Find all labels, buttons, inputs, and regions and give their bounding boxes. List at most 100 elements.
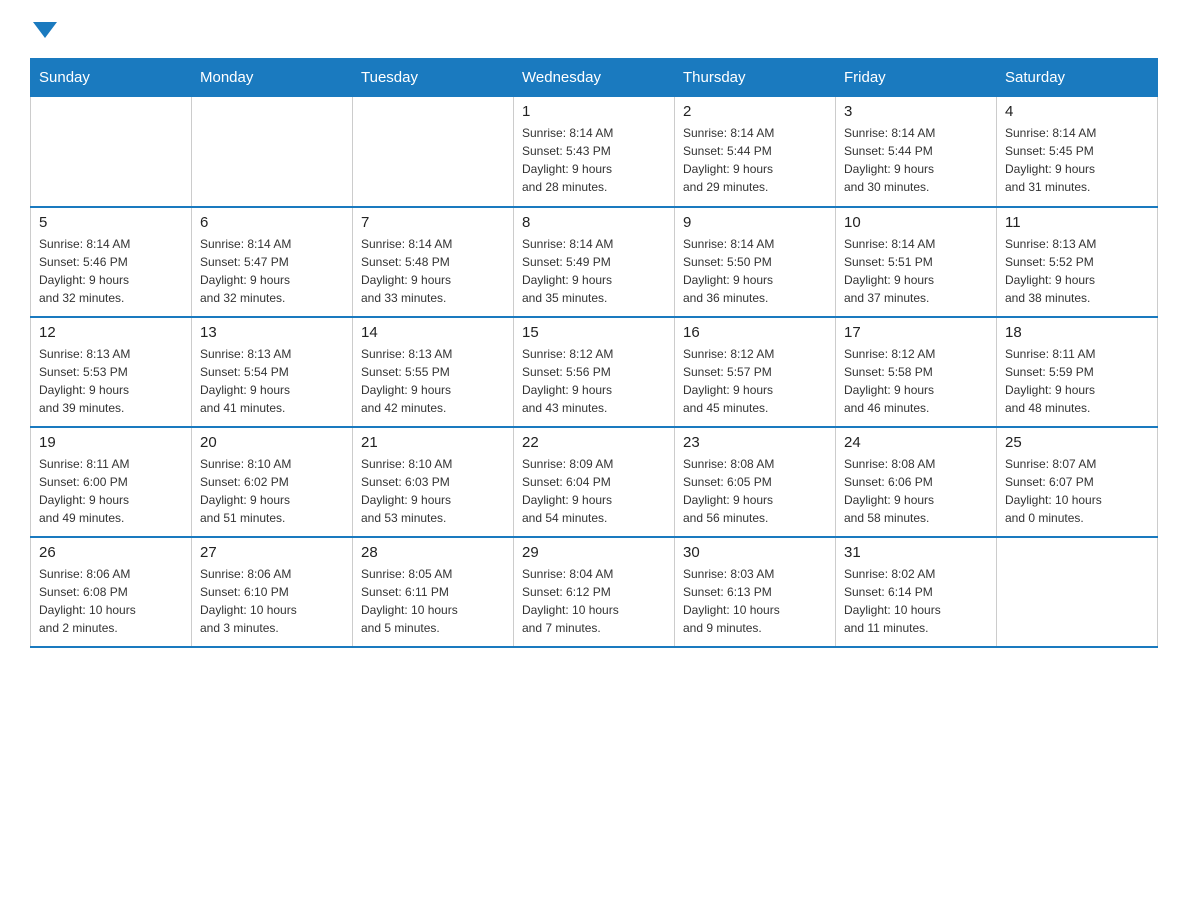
day-info: Sunrise: 8:12 AM Sunset: 5:58 PM Dayligh… bbox=[844, 345, 988, 417]
day-info: Sunrise: 8:05 AM Sunset: 6:11 PM Dayligh… bbox=[361, 565, 505, 637]
day-info: Sunrise: 8:08 AM Sunset: 6:06 PM Dayligh… bbox=[844, 455, 988, 527]
col-monday: Monday bbox=[192, 59, 353, 97]
day-info: Sunrise: 8:12 AM Sunset: 5:57 PM Dayligh… bbox=[683, 345, 827, 417]
calendar-cell: 12Sunrise: 8:13 AM Sunset: 5:53 PM Dayli… bbox=[31, 317, 192, 427]
calendar-cell: 9 Sunrise: 8:14 AM Sunset: 5:50 PM Daylig… bbox=[675, 207, 836, 317]
day-info: Sunrise: 8:13 AM Sunset: 5:54 PM Dayligh… bbox=[200, 345, 344, 417]
day-info: Sunrise: 8:14 AM Sunset: 5:44 PM Dayligh… bbox=[683, 124, 827, 196]
calendar-cell bbox=[353, 97, 514, 207]
day-number: 10 bbox=[844, 214, 988, 231]
calendar-cell: 5 Sunrise: 8:14 AM Sunset: 5:46 PM Daylig… bbox=[31, 207, 192, 317]
day-number: 3 bbox=[844, 103, 988, 120]
calendar-cell: 23 Sunrise: 8:08 AM Sunset: 6:05 PM Dayli… bbox=[675, 427, 836, 537]
calendar-cell: 16 Sunrise: 8:12 AM Sunset: 5:57 PM Dayli… bbox=[675, 317, 836, 427]
calendar-cell: 11Sunrise: 8:13 AM Sunset: 5:52 PM Dayli… bbox=[997, 207, 1158, 317]
page-header bbox=[30, 20, 1158, 38]
calendar-cell: 6 Sunrise: 8:14 AM Sunset: 5:47 PM Daylig… bbox=[192, 207, 353, 317]
day-number: 9 bbox=[683, 214, 827, 231]
day-info: Sunrise: 8:14 AM Sunset: 5:51 PM Dayligh… bbox=[844, 235, 988, 307]
day-number: 25 bbox=[1005, 434, 1149, 451]
calendar-cell: 28Sunrise: 8:05 AM Sunset: 6:11 PM Dayli… bbox=[353, 537, 514, 647]
calendar-cell: 24 Sunrise: 8:08 AM Sunset: 6:06 PM Dayli… bbox=[836, 427, 997, 537]
col-saturday: Saturday bbox=[997, 59, 1158, 97]
calendar-cell: 13 Sunrise: 8:13 AM Sunset: 5:54 PM Dayli… bbox=[192, 317, 353, 427]
day-number: 4 bbox=[1005, 103, 1149, 120]
day-info: Sunrise: 8:11 AM Sunset: 6:00 PM Dayligh… bbox=[39, 455, 183, 527]
day-number: 18 bbox=[1005, 324, 1149, 341]
col-friday: Friday bbox=[836, 59, 997, 97]
day-number: 16 bbox=[683, 324, 827, 341]
day-info: Sunrise: 8:11 AM Sunset: 5:59 PM Dayligh… bbox=[1005, 345, 1149, 417]
calendar-cell: 20Sunrise: 8:10 AM Sunset: 6:02 PM Dayli… bbox=[192, 427, 353, 537]
calendar-header-row: Sunday Monday Tuesday Wednesday Thursday… bbox=[31, 59, 1158, 97]
day-info: Sunrise: 8:14 AM Sunset: 5:44 PM Dayligh… bbox=[844, 124, 988, 196]
calendar-cell: 3 Sunrise: 8:14 AM Sunset: 5:44 PM Daylig… bbox=[836, 97, 997, 207]
day-number: 13 bbox=[200, 324, 344, 341]
day-info: Sunrise: 8:14 AM Sunset: 5:48 PM Dayligh… bbox=[361, 235, 505, 307]
calendar-table: Sunday Monday Tuesday Wednesday Thursday… bbox=[30, 58, 1158, 648]
day-number: 2 bbox=[683, 103, 827, 120]
calendar-week-row: 5 Sunrise: 8:14 AM Sunset: 5:46 PM Daylig… bbox=[31, 207, 1158, 317]
day-number: 31 bbox=[844, 544, 988, 561]
day-number: 22 bbox=[522, 434, 666, 451]
calendar-cell: 18 Sunrise: 8:11 AM Sunset: 5:59 PM Dayli… bbox=[997, 317, 1158, 427]
day-number: 23 bbox=[683, 434, 827, 451]
day-info: Sunrise: 8:13 AM Sunset: 5:55 PM Dayligh… bbox=[361, 345, 505, 417]
calendar-cell: 8 Sunrise: 8:14 AM Sunset: 5:49 PM Daylig… bbox=[514, 207, 675, 317]
day-info: Sunrise: 8:14 AM Sunset: 5:49 PM Dayligh… bbox=[522, 235, 666, 307]
calendar-cell: 27 Sunrise: 8:06 AM Sunset: 6:10 PM Dayli… bbox=[192, 537, 353, 647]
calendar-cell: 21 Sunrise: 8:10 AM Sunset: 6:03 PM Dayli… bbox=[353, 427, 514, 537]
day-number: 14 bbox=[361, 324, 505, 341]
col-wednesday: Wednesday bbox=[514, 59, 675, 97]
day-number: 24 bbox=[844, 434, 988, 451]
day-info: Sunrise: 8:07 AM Sunset: 6:07 PM Dayligh… bbox=[1005, 455, 1149, 527]
day-info: Sunrise: 8:06 AM Sunset: 6:08 PM Dayligh… bbox=[39, 565, 183, 637]
day-number: 7 bbox=[361, 214, 505, 231]
day-number: 5 bbox=[39, 214, 183, 231]
calendar-week-row: 12Sunrise: 8:13 AM Sunset: 5:53 PM Dayli… bbox=[31, 317, 1158, 427]
day-number: 15 bbox=[522, 324, 666, 341]
day-number: 27 bbox=[200, 544, 344, 561]
calendar-cell: 1 Sunrise: 8:14 AM Sunset: 5:43 PM Daylig… bbox=[514, 97, 675, 207]
col-tuesday: Tuesday bbox=[353, 59, 514, 97]
day-info: Sunrise: 8:14 AM Sunset: 5:47 PM Dayligh… bbox=[200, 235, 344, 307]
calendar-cell: 30Sunrise: 8:03 AM Sunset: 6:13 PM Dayli… bbox=[675, 537, 836, 647]
calendar-cell: 10 Sunrise: 8:14 AM Sunset: 5:51 PM Dayli… bbox=[836, 207, 997, 317]
calendar-cell: 7 Sunrise: 8:14 AM Sunset: 5:48 PM Daylig… bbox=[353, 207, 514, 317]
calendar-cell: 29Sunrise: 8:04 AM Sunset: 6:12 PM Dayli… bbox=[514, 537, 675, 647]
day-info: Sunrise: 8:08 AM Sunset: 6:05 PM Dayligh… bbox=[683, 455, 827, 527]
day-number: 26 bbox=[39, 544, 183, 561]
day-number: 21 bbox=[361, 434, 505, 451]
day-info: Sunrise: 8:14 AM Sunset: 5:43 PM Dayligh… bbox=[522, 124, 666, 196]
day-info: Sunrise: 8:02 AM Sunset: 6:14 PM Dayligh… bbox=[844, 565, 988, 637]
calendar-week-row: 19 Sunrise: 8:11 AM Sunset: 6:00 PM Dayli… bbox=[31, 427, 1158, 537]
calendar-cell: 19 Sunrise: 8:11 AM Sunset: 6:00 PM Dayli… bbox=[31, 427, 192, 537]
day-info: Sunrise: 8:14 AM Sunset: 5:50 PM Dayligh… bbox=[683, 235, 827, 307]
col-sunday: Sunday bbox=[31, 59, 192, 97]
logo bbox=[30, 20, 57, 38]
day-info: Sunrise: 8:10 AM Sunset: 6:02 PM Dayligh… bbox=[200, 455, 344, 527]
day-number: 19 bbox=[39, 434, 183, 451]
day-number: 6 bbox=[200, 214, 344, 231]
calendar-cell bbox=[31, 97, 192, 207]
calendar-cell: 15Sunrise: 8:12 AM Sunset: 5:56 PM Dayli… bbox=[514, 317, 675, 427]
day-number: 17 bbox=[844, 324, 988, 341]
day-info: Sunrise: 8:13 AM Sunset: 5:53 PM Dayligh… bbox=[39, 345, 183, 417]
calendar-cell bbox=[997, 537, 1158, 647]
day-info: Sunrise: 8:14 AM Sunset: 5:45 PM Dayligh… bbox=[1005, 124, 1149, 196]
col-thursday: Thursday bbox=[675, 59, 836, 97]
day-info: Sunrise: 8:10 AM Sunset: 6:03 PM Dayligh… bbox=[361, 455, 505, 527]
day-info: Sunrise: 8:06 AM Sunset: 6:10 PM Dayligh… bbox=[200, 565, 344, 637]
calendar-week-row: 26 Sunrise: 8:06 AM Sunset: 6:08 PM Dayli… bbox=[31, 537, 1158, 647]
day-number: 30 bbox=[683, 544, 827, 561]
day-info: Sunrise: 8:09 AM Sunset: 6:04 PM Dayligh… bbox=[522, 455, 666, 527]
day-number: 1 bbox=[522, 103, 666, 120]
day-info: Sunrise: 8:04 AM Sunset: 6:12 PM Dayligh… bbox=[522, 565, 666, 637]
day-info: Sunrise: 8:14 AM Sunset: 5:46 PM Dayligh… bbox=[39, 235, 183, 307]
day-number: 8 bbox=[522, 214, 666, 231]
calendar-cell: 26 Sunrise: 8:06 AM Sunset: 6:08 PM Dayli… bbox=[31, 537, 192, 647]
calendar-cell bbox=[192, 97, 353, 207]
calendar-cell: 14 Sunrise: 8:13 AM Sunset: 5:55 PM Dayli… bbox=[353, 317, 514, 427]
calendar-cell: 4 Sunrise: 8:14 AM Sunset: 5:45 PM Daylig… bbox=[997, 97, 1158, 207]
day-info: Sunrise: 8:13 AM Sunset: 5:52 PM Dayligh… bbox=[1005, 235, 1149, 307]
